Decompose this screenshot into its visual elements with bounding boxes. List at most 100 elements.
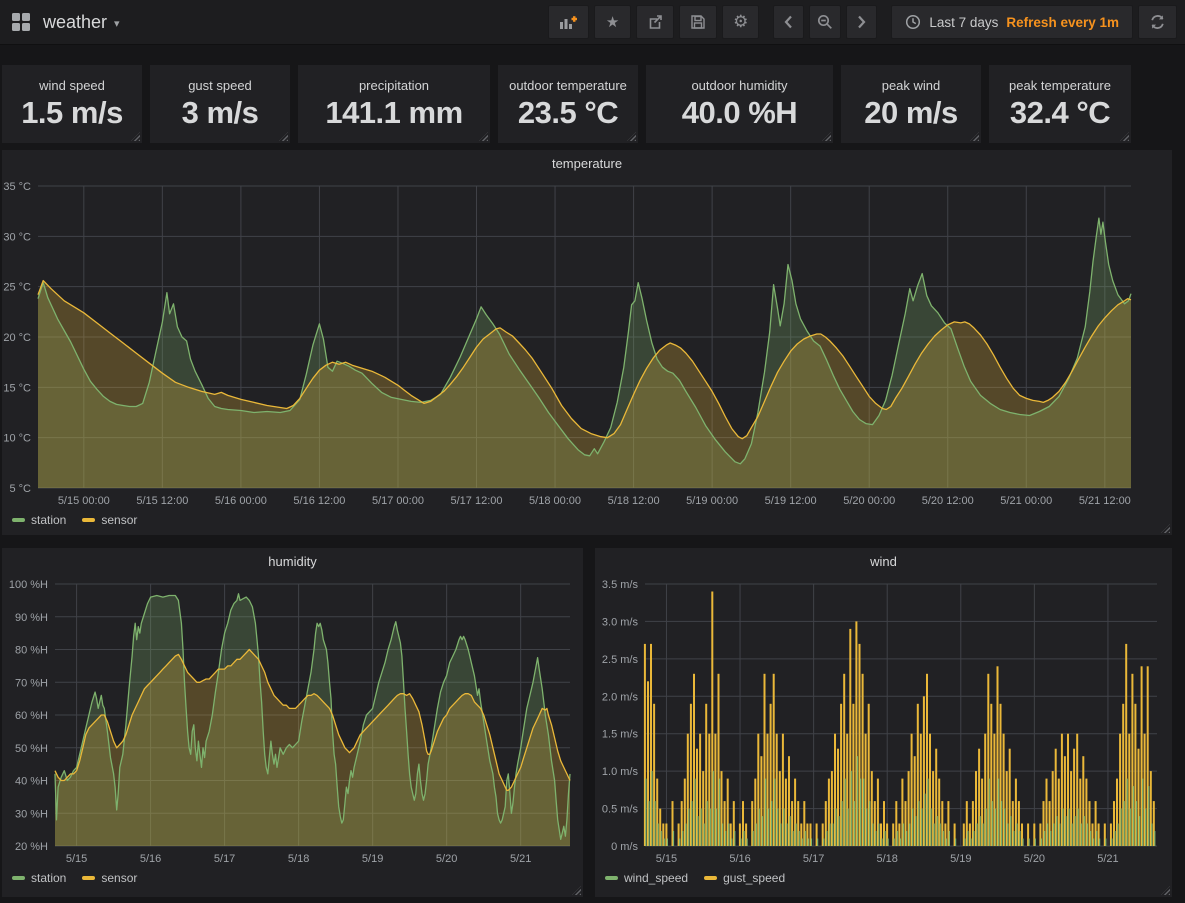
legend-label: station: [31, 871, 66, 885]
time-range-button[interactable]: Last 7 days Refresh every 1m: [891, 5, 1133, 39]
bar-chart-plus-icon: [559, 15, 578, 30]
grafana-dashboard: weather ▾ ★ ⚙: [0, 0, 1185, 903]
stat-panel-peak-temperature: peak temperature 32.4 °C: [989, 65, 1131, 143]
stat-title[interactable]: outdoor temperature: [498, 65, 638, 93]
time-shift-right-button[interactable]: [846, 5, 877, 39]
stat-title[interactable]: peak temperature: [989, 65, 1131, 93]
resize-handle[interactable]: [131, 132, 140, 141]
stat-row: wind speed 1.5 m/s gust speed 3 m/s prec…: [2, 65, 1185, 143]
svg-text:5/18 12:00: 5/18 12:00: [608, 495, 660, 507]
svg-text:10 °C: 10 °C: [3, 433, 31, 445]
page-title: weather: [43, 12, 107, 33]
svg-text:3.0 m/s: 3.0 m/s: [602, 616, 639, 628]
stat-title[interactable]: gust speed: [150, 65, 290, 93]
stat-title[interactable]: precipitation: [298, 65, 490, 93]
humidity-chart[interactable]: 20 %H30 %H40 %H50 %H60 %H70 %H80 %H90 %H…: [2, 574, 583, 869]
stat-value: 20 m/s: [841, 95, 981, 131]
svg-text:5/21 12:00: 5/21 12:00: [1079, 495, 1131, 507]
svg-text:5 °C: 5 °C: [9, 483, 31, 495]
resize-handle[interactable]: [1120, 132, 1129, 141]
svg-text:15 °C: 15 °C: [3, 382, 31, 394]
zoom-out-button[interactable]: [809, 5, 841, 39]
resize-handle[interactable]: [279, 132, 288, 141]
humidity-panel: humidity 20 %H30 %H40 %H50 %H60 %H70 %H8…: [2, 548, 583, 897]
legend-item-gust-speed[interactable]: gust_speed: [704, 871, 785, 885]
navbar: weather ▾ ★ ⚙: [0, 0, 1185, 45]
refresh-icon: [1149, 14, 1166, 30]
stat-panel-outdoor-humidity: outdoor humidity 40.0 %H: [646, 65, 833, 143]
humidity-legend: station sensor: [2, 871, 583, 885]
star-icon: ★: [606, 13, 619, 31]
legend-label: station: [31, 513, 66, 527]
legend-swatch: [12, 876, 25, 880]
stat-value: 1.5 m/s: [2, 95, 142, 131]
stat-title[interactable]: outdoor humidity: [646, 65, 833, 93]
settings-button[interactable]: ⚙: [722, 5, 759, 39]
wind-chart[interactable]: 0 m/s0.5 m/s1.0 m/s1.5 m/s2.0 m/s2.5 m/s…: [595, 574, 1172, 869]
stat-title[interactable]: peak wind: [841, 65, 981, 93]
resize-handle[interactable]: [970, 132, 979, 141]
wind-legend: wind_speed gust_speed: [595, 871, 1172, 885]
svg-text:40 %H: 40 %H: [15, 776, 48, 788]
svg-text:100 %H: 100 %H: [9, 579, 48, 591]
stat-title[interactable]: wind speed: [2, 65, 142, 93]
resize-handle[interactable]: [479, 132, 488, 141]
legend-label: gust_speed: [723, 871, 785, 885]
svg-text:5/17: 5/17: [803, 853, 824, 865]
svg-text:5/21: 5/21: [1097, 853, 1118, 865]
apps-menu-button[interactable]: [12, 13, 30, 31]
share-button[interactable]: [636, 5, 674, 39]
panel-title[interactable]: wind: [595, 548, 1172, 574]
svg-text:5/20 00:00: 5/20 00:00: [843, 495, 895, 507]
legend-swatch: [605, 876, 618, 880]
legend-item-station[interactable]: station: [12, 871, 66, 885]
panel-title[interactable]: temperature: [2, 150, 1172, 176]
svg-text:5/19 00:00: 5/19 00:00: [686, 495, 738, 507]
svg-text:3.5 m/s: 3.5 m/s: [602, 579, 639, 591]
svg-text:5/17 00:00: 5/17 00:00: [372, 495, 424, 507]
resize-handle[interactable]: [627, 132, 636, 141]
svg-text:5/15 00:00: 5/15 00:00: [58, 495, 110, 507]
svg-text:5/20: 5/20: [1024, 853, 1045, 865]
svg-text:5/16 12:00: 5/16 12:00: [293, 495, 345, 507]
svg-text:70 %H: 70 %H: [15, 677, 48, 689]
save-button[interactable]: [679, 5, 717, 39]
legend-item-sensor[interactable]: sensor: [82, 513, 137, 527]
add-panel-button[interactable]: [548, 5, 589, 39]
svg-text:5/21: 5/21: [510, 853, 531, 865]
dashboard-title-dropdown[interactable]: weather ▾: [43, 12, 120, 33]
svg-text:5/15: 5/15: [66, 853, 87, 865]
svg-text:30 %H: 30 %H: [15, 808, 48, 820]
svg-text:5/17: 5/17: [214, 853, 235, 865]
svg-text:0.5 m/s: 0.5 m/s: [602, 804, 639, 816]
svg-text:60 %H: 60 %H: [15, 710, 48, 722]
legend-item-wind-speed[interactable]: wind_speed: [605, 871, 688, 885]
temperature-chart[interactable]: 5 °C10 °C15 °C20 °C25 °C30 °C35 °C5/15 0…: [2, 176, 1172, 511]
svg-text:30 °C: 30 °C: [3, 231, 31, 243]
svg-text:80 %H: 80 %H: [15, 645, 48, 657]
save-icon: [690, 14, 706, 30]
svg-text:1.0 m/s: 1.0 m/s: [602, 766, 639, 778]
svg-text:5/16 00:00: 5/16 00:00: [215, 495, 267, 507]
caret-down-icon: ▾: [114, 14, 120, 30]
svg-text:1.5 m/s: 1.5 m/s: [602, 729, 639, 741]
svg-text:5/20: 5/20: [436, 853, 457, 865]
refresh-button[interactable]: [1138, 5, 1177, 39]
stat-value: 3 m/s: [150, 95, 290, 131]
panel-title[interactable]: humidity: [2, 548, 583, 574]
legend-item-sensor[interactable]: sensor: [82, 871, 137, 885]
resize-handle[interactable]: [822, 132, 831, 141]
legend-item-station[interactable]: station: [12, 513, 66, 527]
resize-handle[interactable]: [1161, 886, 1170, 895]
stat-panel-gust-speed: gust speed 3 m/s: [150, 65, 290, 143]
legend-swatch: [12, 518, 25, 522]
clock-icon: [905, 14, 921, 30]
svg-text:5/19 12:00: 5/19 12:00: [765, 495, 817, 507]
resize-handle[interactable]: [572, 886, 581, 895]
svg-text:5/18 00:00: 5/18 00:00: [529, 495, 581, 507]
time-shift-left-button[interactable]: [773, 5, 804, 39]
svg-text:5/17 12:00: 5/17 12:00: [451, 495, 503, 507]
stat-panel-precipitation: precipitation 141.1 mm: [298, 65, 490, 143]
favorite-button[interactable]: ★: [594, 5, 631, 39]
svg-text:5/18: 5/18: [876, 853, 897, 865]
